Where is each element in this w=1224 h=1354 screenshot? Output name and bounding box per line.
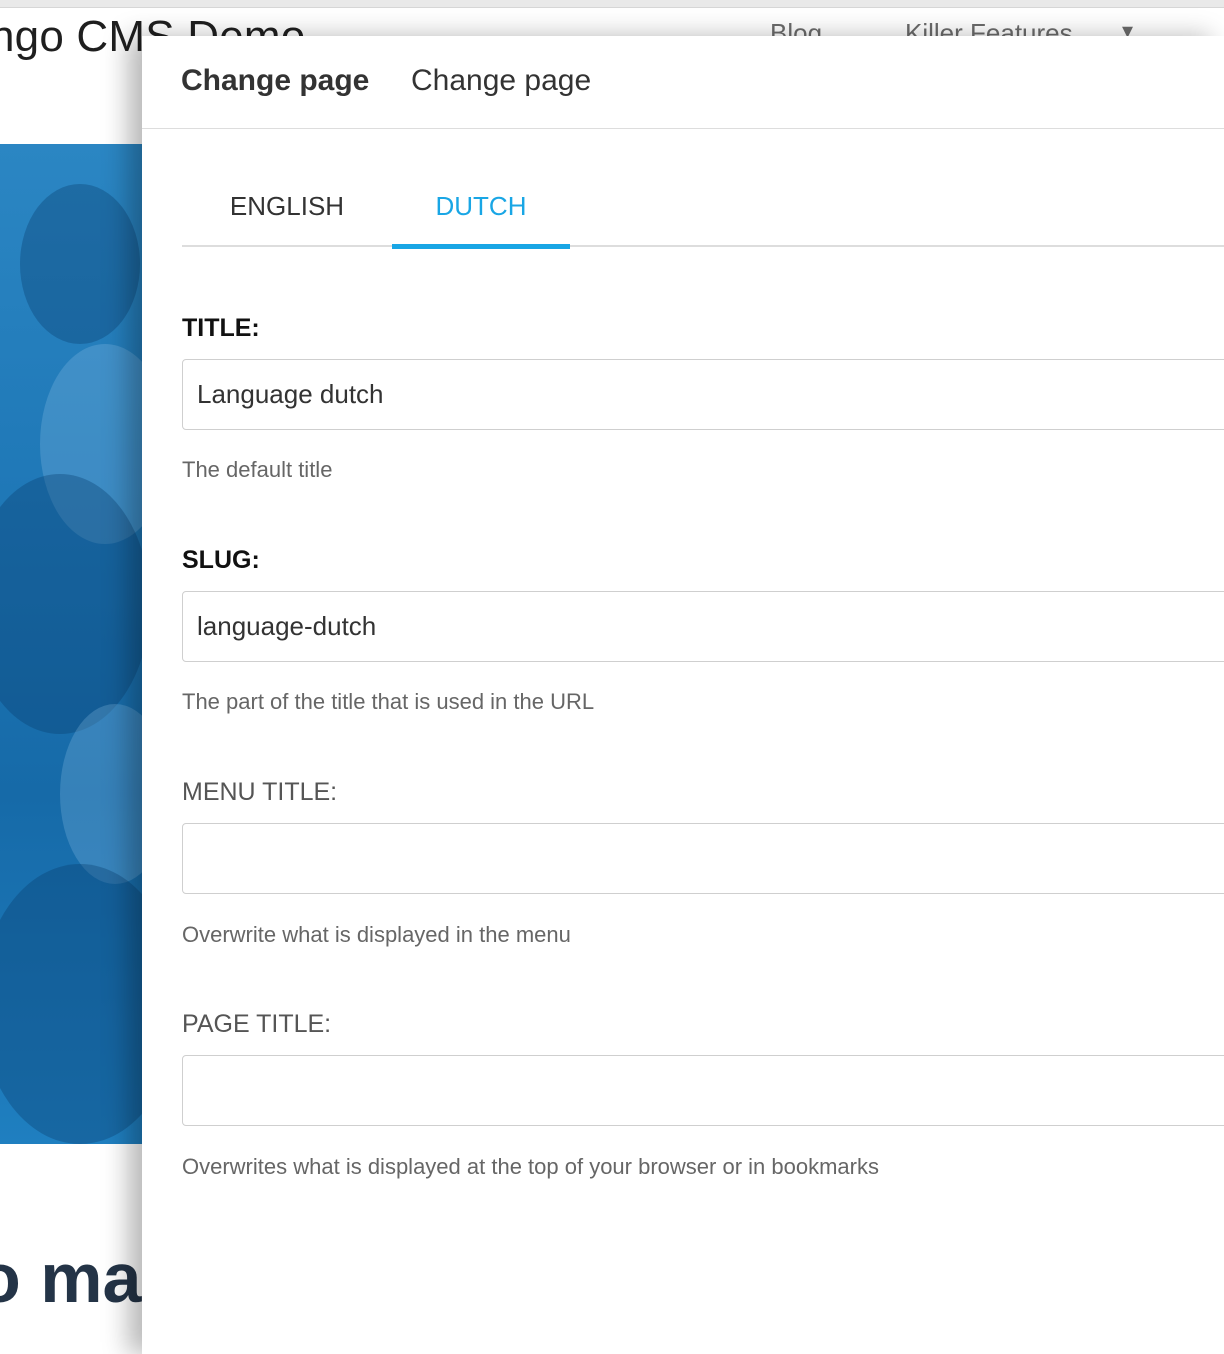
hero-heading: o ma bbox=[0, 1239, 142, 1317]
hero-image bbox=[0, 144, 160, 1144]
page-title-input[interactable] bbox=[182, 1055, 1224, 1126]
menu-title-input[interactable] bbox=[182, 823, 1224, 894]
title-input[interactable] bbox=[182, 359, 1224, 430]
tab-english[interactable]: ENGLISH bbox=[182, 176, 392, 247]
page-title-help-text: Overwrites what is displayed at the top … bbox=[182, 1154, 879, 1179]
page-title-label: PAGE TITLE: bbox=[182, 1010, 332, 1038]
tab-dutch[interactable]: DUTCH bbox=[392, 176, 570, 249]
modal-header: Change page Change page bbox=[142, 36, 1224, 129]
menu-title-label: MENU TITLE: bbox=[182, 778, 338, 806]
title-label: TITLE: bbox=[182, 314, 260, 342]
slug-label: SLUG: bbox=[182, 546, 260, 574]
menu-title-help-text: Overwrite what is displayed in the menu bbox=[182, 922, 571, 947]
modal-title: Change page bbox=[181, 64, 370, 97]
slug-input[interactable] bbox=[182, 591, 1224, 662]
browser-top-bar bbox=[0, 0, 1224, 8]
change-page-modal: Change page Change page ENGLISH DUTCH TI… bbox=[142, 36, 1224, 1354]
slug-help-text: The part of the title that is used in th… bbox=[182, 689, 595, 714]
language-tabs: ENGLISH DUTCH bbox=[182, 176, 1224, 249]
title-help-text: The default title bbox=[182, 457, 333, 482]
modal-breadcrumb: Change page bbox=[411, 64, 592, 97]
